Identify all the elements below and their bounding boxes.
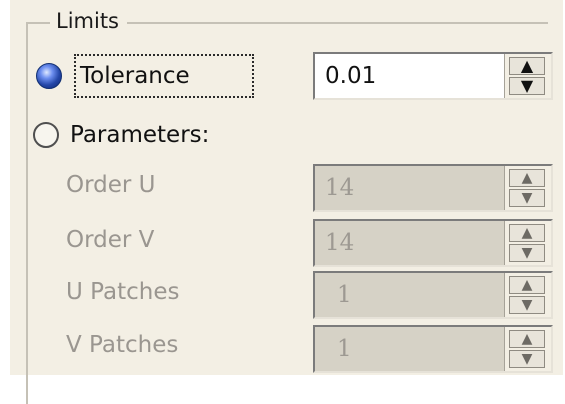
v-patches-input[interactable]: 1 xyxy=(315,327,505,371)
u-patches-field: 1 ▲ ▼ xyxy=(313,271,553,319)
v-patches-spinner: ▲ ▼ xyxy=(504,327,551,371)
order-v-spin-down[interactable]: ▼ xyxy=(509,244,545,262)
order-v-field: 14 ▲ ▼ xyxy=(313,219,553,267)
order-v-input[interactable]: 14 xyxy=(315,221,505,265)
u-patches-input[interactable]: 1 xyxy=(315,273,505,317)
spin-down-icon: ▼ xyxy=(521,245,533,261)
u-patches-spinner: ▲ ▼ xyxy=(504,273,551,317)
order-u-label: Order U xyxy=(66,172,156,198)
order-v-spinner: ▲ ▼ xyxy=(504,221,551,265)
parameters-label[interactable]: Parameters: xyxy=(70,120,209,150)
parameters-radio[interactable] xyxy=(33,122,59,148)
tolerance-spin-down[interactable]: ▼ xyxy=(509,76,545,95)
order-u-field: 14 ▲ ▼ xyxy=(313,164,553,212)
spin-down-icon: ▼ xyxy=(520,76,534,95)
spin-up-icon: ▲ xyxy=(521,225,533,241)
v-patches-spin-down[interactable]: ▼ xyxy=(509,350,545,368)
spin-down-icon: ▼ xyxy=(521,297,533,313)
tolerance-field: 0.01 ▲ ▼ xyxy=(313,52,553,100)
v-patches-label: V Patches xyxy=(66,332,179,358)
tolerance-spin-up[interactable]: ▲ xyxy=(509,56,545,75)
spin-up-icon: ▲ xyxy=(521,331,533,347)
order-v-spin-up[interactable]: ▲ xyxy=(509,224,545,242)
spin-down-icon: ▼ xyxy=(521,351,533,367)
spin-down-icon: ▼ xyxy=(521,190,533,206)
spin-up-icon: ▲ xyxy=(520,56,534,75)
spin-up-icon: ▲ xyxy=(521,277,533,293)
tolerance-input[interactable]: 0.01 xyxy=(315,54,505,98)
tolerance-label[interactable]: Tolerance xyxy=(80,61,190,91)
v-patches-spin-up[interactable]: ▲ xyxy=(509,330,545,348)
order-u-spin-up[interactable]: ▲ xyxy=(509,169,545,187)
order-v-label: Order V xyxy=(66,227,155,253)
u-patches-label: U Patches xyxy=(66,279,180,305)
order-u-input[interactable]: 14 xyxy=(315,166,505,210)
v-patches-field: 1 ▲ ▼ xyxy=(313,325,553,373)
limits-panel: Limits Tolerance 0.01 ▲ ▼ Parameters: Or… xyxy=(10,0,563,404)
order-u-spinner: ▲ ▼ xyxy=(504,166,551,210)
order-u-spin-down[interactable]: ▼ xyxy=(509,189,545,207)
tolerance-radio[interactable] xyxy=(36,63,62,89)
u-patches-spin-up[interactable]: ▲ xyxy=(509,276,545,294)
spin-up-icon: ▲ xyxy=(521,170,533,186)
tolerance-spinner: ▲ ▼ xyxy=(504,54,551,98)
u-patches-spin-down[interactable]: ▼ xyxy=(509,296,545,314)
limits-group-title: Limits xyxy=(50,6,127,36)
